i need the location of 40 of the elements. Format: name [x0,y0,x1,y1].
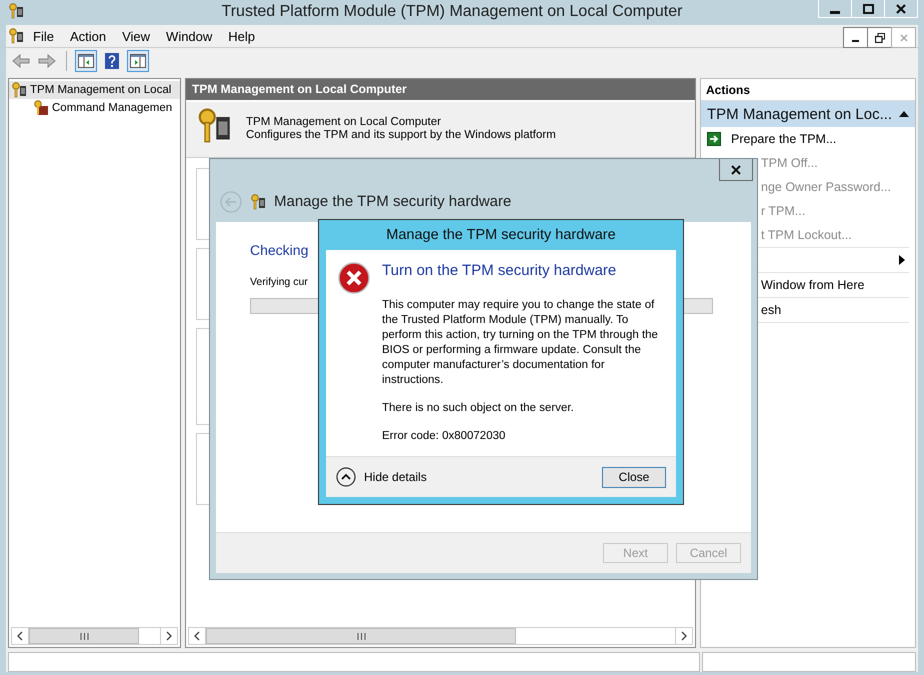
chevron-up-icon[interactable] [336,467,356,487]
error-message: Error code: 0x80072030 [382,429,506,444]
scroll-thumb[interactable] [29,628,139,644]
arrow-icon [707,132,721,146]
menu-item[interactable]: View [115,26,158,46]
collapse-icon[interactable] [899,111,909,117]
action-pane-toggle-icon[interactable] [127,50,149,72]
status-text: Verifying cur [250,276,308,288]
task-item[interactable]: Prepare the TPM... [701,127,909,151]
dialog-title: Manage the TPM security hardware [274,193,512,210]
actions-section-header[interactable]: TPM Management on Loc... [701,101,915,127]
pane-header: TPM Management on Local Computer [186,79,695,102]
error-icon [338,262,370,294]
description-text: TPM Management on Local Computer Configures the TPM and its support by the Windows platform [246,115,556,142]
close-button[interactable]: Close [602,466,666,488]
app-icon [8,3,24,19]
close-icon[interactable] [719,159,753,181]
dialog-heading: Checking [250,242,308,258]
app-menu-icon [8,28,24,44]
tree-toggle-icon[interactable] [75,50,97,72]
menu-item[interactable]: Help [221,26,262,46]
restore-icon[interactable] [867,27,892,48]
scroll-thumb[interactable] [206,628,516,644]
key-chip-icon [196,108,232,144]
submenu-arrow-icon[interactable] [899,255,905,265]
tree-item[interactable]: TPM Management on Local [9,81,180,99]
details-toggle[interactable]: Hide details [336,467,427,487]
key-chip-icon [11,82,27,98]
minimize-icon[interactable] [843,27,868,48]
error-message: This computer may require you to change the state of the Trusted Platform Module (TPM) manually. To perform this action, try turning on the TPM through the BIOS or performing a firmware update. Consult the computer manufacturer’s documentation for instructions. [382,298,659,388]
error-heading: Turn on the TPM security hardware [382,262,618,279]
dialog-title: Manage the TPM security hardware [385,226,617,245]
window-title: Trusted Platform Module (TPM) Management on Local Computer [222,3,682,21]
menu-item[interactable]: File [26,26,61,46]
key-chip-icon [250,194,266,210]
tree-item[interactable]: Command Managemen [9,99,180,117]
menu-item[interactable]: Action [62,26,114,46]
menu-item[interactable]: Window [159,26,220,46]
error-message: There is no such object on the server. [382,401,575,416]
key-box-icon [33,100,49,116]
